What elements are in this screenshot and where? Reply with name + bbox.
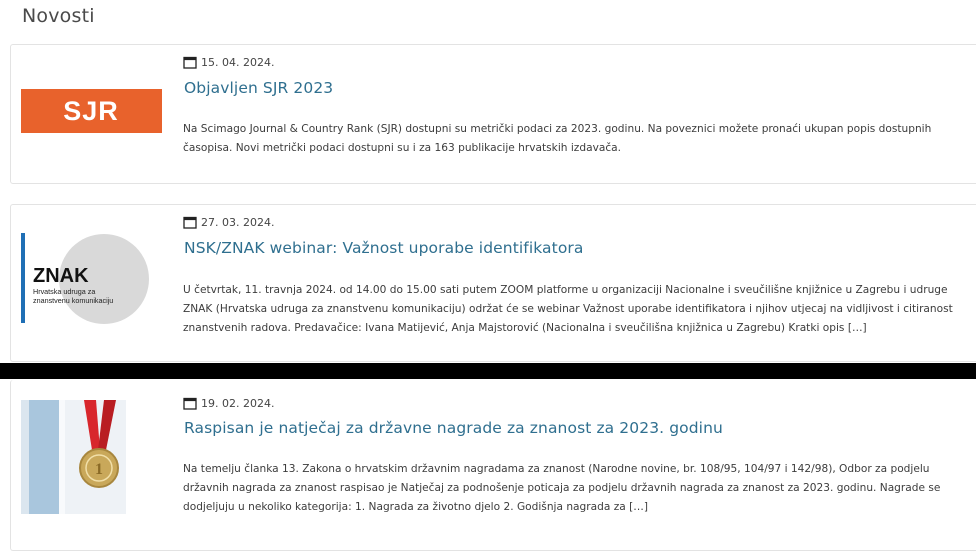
news-date-row: 15. 04. 2024. — [183, 56, 274, 69]
medal-image: 1 — [21, 400, 126, 514]
excerpt-line: Na temelju članka 13. Zakona o hrvatskim… — [183, 463, 930, 475]
news-date: 19. 02. 2024. — [201, 397, 275, 410]
znak-subtitle-1: Hrvatska udruga za — [33, 287, 95, 296]
news-title-link[interactable]: Raspisan je natječaj za državne nagrade … — [184, 419, 723, 437]
excerpt-line: dodjeljuju u nekoliko kategorija: 1. Nag… — [183, 501, 648, 513]
news-title-link[interactable]: NSK/ZNAK webinar: Važnost uporabe identi… — [184, 239, 583, 257]
calendar-icon — [183, 56, 197, 69]
znak-logo: ZNAK Hrvatska udruga za znanstvenu komun… — [21, 233, 149, 324]
news-excerpt: U četvrtak, 11. travnja 2024. od 14.00 d… — [183, 281, 973, 338]
news-excerpt: Na Scimago Journal & Country Rank (SJR) … — [183, 120, 973, 158]
news-date-row: 27. 03. 2024. — [183, 216, 274, 229]
znak-logo-text: ZNAK — [33, 265, 89, 287]
news-excerpt: Na temelju članka 13. Zakona o hrvatskim… — [183, 460, 973, 517]
news-title-link[interactable]: Objavljen SJR 2023 — [184, 79, 333, 97]
calendar-icon — [183, 397, 197, 410]
svg-text:1: 1 — [95, 461, 103, 478]
sjr-thumbnail[interactable]: SJR — [21, 89, 162, 137]
news-date: 15. 04. 2024. — [201, 56, 275, 69]
news-card: SJR 15. 04. 2024. Objavljen SJR 2023 Na … — [10, 44, 976, 184]
excerpt-line: ZNAK (Hrvatska udruga za znanstvenu komu… — [183, 303, 953, 315]
news-card: 1 19. 02. 2024. Raspisan je natječaj za … — [10, 380, 976, 551]
page-title: Novosti — [22, 5, 95, 27]
calendar-icon — [183, 216, 197, 229]
znak-thumbnail[interactable]: ZNAK Hrvatska udruga za znanstvenu komun… — [21, 233, 156, 331]
excerpt-line: U četvrtak, 11. travnja 2024. od 14.00 d… — [183, 284, 948, 296]
sjr-logo: SJR — [21, 89, 162, 133]
znak-subtitle-2: znanstvenu komunikaciju — [33, 296, 113, 305]
black-bar — [0, 363, 976, 379]
medal-thumbnail[interactable]: 1 — [21, 400, 126, 518]
news-date: 27. 03. 2024. — [201, 216, 275, 229]
news-date-row: 19. 02. 2024. — [183, 397, 274, 410]
news-card: ZNAK Hrvatska udruga za znanstvenu komun… — [10, 204, 976, 362]
excerpt-line: časopisa. Novi metrički podaci dostupni … — [183, 142, 622, 154]
excerpt-line: Na Scimago Journal & Country Rank (SJR) … — [183, 123, 932, 135]
excerpt-line: državnih nagrada za znanost raspisao je … — [183, 482, 941, 494]
excerpt-line: znanstvenih radova. Predavačice: Ivana M… — [183, 322, 867, 334]
sjr-logo-text: SJR — [63, 96, 119, 126]
